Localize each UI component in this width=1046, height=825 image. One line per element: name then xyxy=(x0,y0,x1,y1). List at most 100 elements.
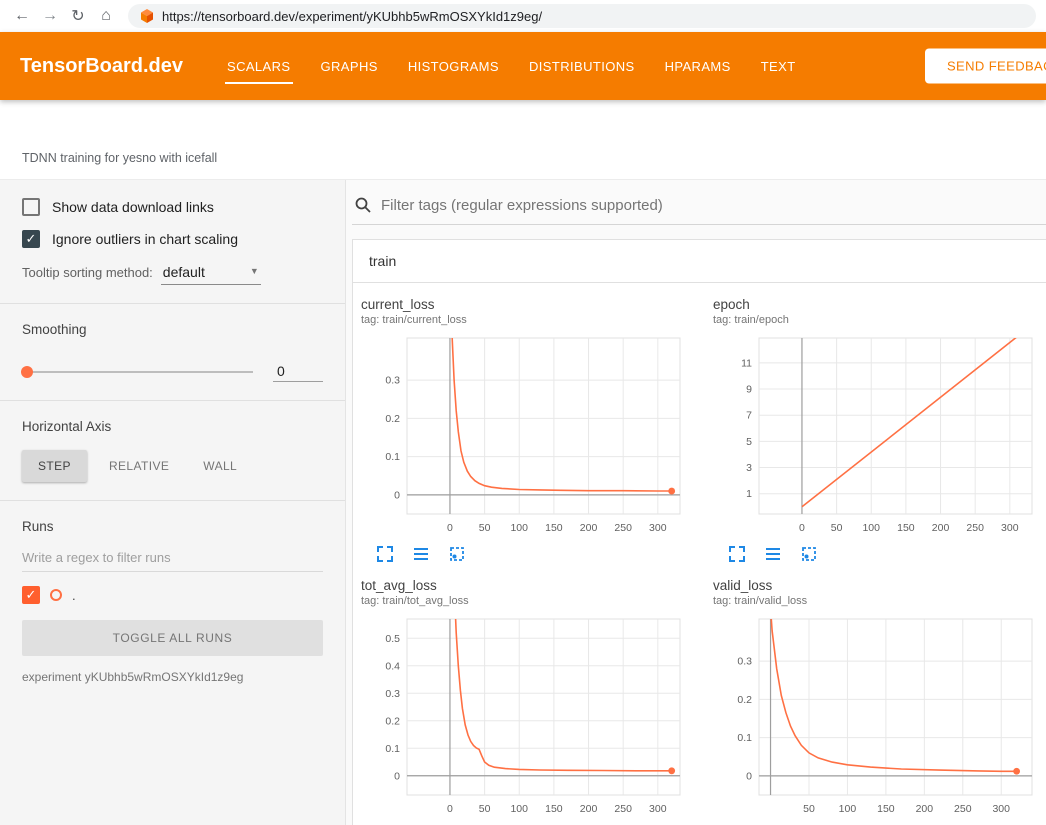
epoch-plot[interactable]: 1357911050100150200250300 xyxy=(713,332,1043,538)
charts-grid: current_loss tag: train/current_loss 0 0.… xyxy=(353,283,1046,825)
chart-valid-loss: valid_loss tag: train/valid_loss 00.10.2… xyxy=(713,578,1043,825)
chart-title: epoch xyxy=(713,297,1043,312)
ignore-outliers-checkbox[interactable]: ✓ xyxy=(22,230,40,248)
svg-text:150: 150 xyxy=(545,803,563,815)
title-strip: TDNN training for yesno with icefall xyxy=(0,100,1046,180)
toggle-y-axis-icon[interactable] xyxy=(411,544,431,564)
svg-text:50: 50 xyxy=(479,803,491,815)
chevron-down-icon: ▼ xyxy=(250,266,259,276)
send-feedback-button[interactable]: SEND FEEDBACK xyxy=(925,49,1046,84)
home-icon[interactable]: ⌂ xyxy=(94,4,118,28)
valid-loss-plot[interactable]: 00.10.20.350100150200250300 xyxy=(713,613,1043,819)
svg-text:0.5: 0.5 xyxy=(385,633,400,645)
runs-filter-input[interactable] xyxy=(22,544,323,572)
svg-text:100: 100 xyxy=(510,803,528,815)
chart-current-loss: current_loss tag: train/current_loss 0 0.… xyxy=(361,297,691,564)
svg-text:0: 0 xyxy=(394,770,400,782)
experiment-title: TDNN training for yesno with icefall xyxy=(22,151,217,165)
svg-text:200: 200 xyxy=(916,803,934,815)
svg-text:150: 150 xyxy=(897,522,915,534)
svg-text:100: 100 xyxy=(839,803,857,815)
svg-text:0.1: 0.1 xyxy=(385,743,400,755)
site-favicon xyxy=(140,9,154,23)
svg-text:200: 200 xyxy=(932,522,950,534)
show-download-links-checkbox[interactable] xyxy=(22,198,40,216)
svg-text:200: 200 xyxy=(580,522,598,534)
back-icon[interactable]: ← xyxy=(10,4,34,28)
svg-text:0.4: 0.4 xyxy=(385,660,400,672)
chart-tag: tag: train/tot_avg_loss xyxy=(361,595,691,607)
expand-chart-icon[interactable] xyxy=(727,544,747,564)
svg-text:250: 250 xyxy=(966,522,984,534)
axis-wall-button[interactable]: WALL xyxy=(191,450,249,482)
tag-filter-input[interactable] xyxy=(381,197,1046,214)
run-checkbox[interactable]: ✓ xyxy=(22,586,40,604)
fit-domain-icon[interactable] xyxy=(447,544,467,564)
tab-histograms[interactable]: HISTOGRAMS xyxy=(406,49,501,84)
browser-toolbar: ← → ↻ ⌂ https://tensorboard.dev/experime… xyxy=(0,0,1046,32)
chart-tag: tag: train/current_loss xyxy=(361,314,691,326)
svg-text:9: 9 xyxy=(746,384,752,396)
tab-graphs[interactable]: GRAPHS xyxy=(319,49,380,84)
tag-filter-row xyxy=(352,196,1046,225)
smoothing-slider-thumb[interactable] xyxy=(21,366,33,378)
reload-icon[interactable]: ↻ xyxy=(66,4,90,28)
axis-relative-button[interactable]: RELATIVE xyxy=(97,450,181,482)
runs-label: Runs xyxy=(22,519,323,534)
chart-tag: tag: train/valid_loss xyxy=(713,595,1043,607)
search-icon xyxy=(354,196,372,214)
show-download-links-checkbox-row[interactable]: Show data download links xyxy=(22,198,323,216)
tab-text[interactable]: TEXT xyxy=(759,49,798,84)
chart-tot-avg-loss: tot_avg_loss tag: train/tot_avg_loss 0 0.… xyxy=(361,578,691,825)
svg-text:150: 150 xyxy=(877,803,895,815)
axis-step-button[interactable]: STEP xyxy=(22,450,87,482)
nav-tabs: SCALARS GRAPHS HISTOGRAMS DISTRIBUTIONS … xyxy=(225,49,798,84)
address-bar[interactable]: https://tensorboard.dev/experiment/yKUbh… xyxy=(128,4,1036,28)
smoothing-slider[interactable] xyxy=(22,371,253,373)
tooltip-sorting-value: default xyxy=(163,264,205,280)
run-list-item[interactable]: ✓ . xyxy=(22,586,323,604)
svg-text:300: 300 xyxy=(1001,522,1019,534)
svg-text:0.1: 0.1 xyxy=(385,451,400,463)
svg-text:0: 0 xyxy=(447,803,453,815)
svg-text:3: 3 xyxy=(746,462,752,474)
tab-hparams[interactable]: HPARAMS xyxy=(663,49,733,84)
svg-text:50: 50 xyxy=(803,803,815,815)
chart-epoch: epoch tag: train/epoch 13579110501001502… xyxy=(713,297,1043,564)
svg-text:0.3: 0.3 xyxy=(385,688,400,700)
svg-text:50: 50 xyxy=(831,522,843,534)
experiment-id-caption: experiment yKUbhb5wRmOSXYkId1z9eg xyxy=(22,670,323,684)
chart-title: tot_avg_loss xyxy=(361,578,691,593)
ignore-outliers-checkbox-row[interactable]: ✓ Ignore outliers in chart scaling xyxy=(22,230,323,248)
tot-avg-loss-plot[interactable]: 00.10.20.30.40.5050100150200250300 xyxy=(361,613,691,819)
tab-scalars[interactable]: SCALARS xyxy=(225,49,293,84)
toggle-y-axis-icon[interactable] xyxy=(763,544,783,564)
svg-text:7: 7 xyxy=(746,410,752,422)
svg-text:5: 5 xyxy=(746,436,752,448)
chart-tag: tag: train/epoch xyxy=(713,314,1043,326)
scalars-main: train current_loss tag: train/current_lo… xyxy=(346,180,1046,825)
expand-chart-icon[interactable] xyxy=(375,544,395,564)
app-header: TensorBoard.dev SCALARS GRAPHS HISTOGRAM… xyxy=(0,32,1046,100)
smoothing-value-input[interactable] xyxy=(273,361,323,382)
svg-text:100: 100 xyxy=(510,522,528,534)
svg-text:250: 250 xyxy=(954,803,972,815)
fit-domain-icon[interactable] xyxy=(799,544,819,564)
train-section-header[interactable]: train xyxy=(353,240,1046,283)
chart-title: current_loss xyxy=(361,297,691,312)
tensorboard-logo: TensorBoard.dev xyxy=(20,55,183,78)
svg-text:1: 1 xyxy=(746,488,752,500)
toggle-all-runs-button[interactable]: TOGGLE ALL RUNS xyxy=(22,620,323,656)
current-loss-plot[interactable]: 00.10.20.3050100150200250300 xyxy=(361,332,691,538)
horizontal-axis-label: Horizontal Axis xyxy=(22,419,323,434)
tab-distributions[interactable]: DISTRIBUTIONS xyxy=(527,49,637,84)
forward-icon[interactable]: → xyxy=(38,4,62,28)
show-download-links-label: Show data download links xyxy=(52,199,214,215)
svg-text:0.1: 0.1 xyxy=(737,732,752,744)
svg-text:11: 11 xyxy=(741,357,752,369)
svg-text:0.3: 0.3 xyxy=(385,375,400,387)
tooltip-sorting-dropdown[interactable]: default ▼ xyxy=(161,264,261,285)
svg-text:0: 0 xyxy=(447,522,453,534)
svg-text:250: 250 xyxy=(614,522,632,534)
svg-text:50: 50 xyxy=(479,522,491,534)
